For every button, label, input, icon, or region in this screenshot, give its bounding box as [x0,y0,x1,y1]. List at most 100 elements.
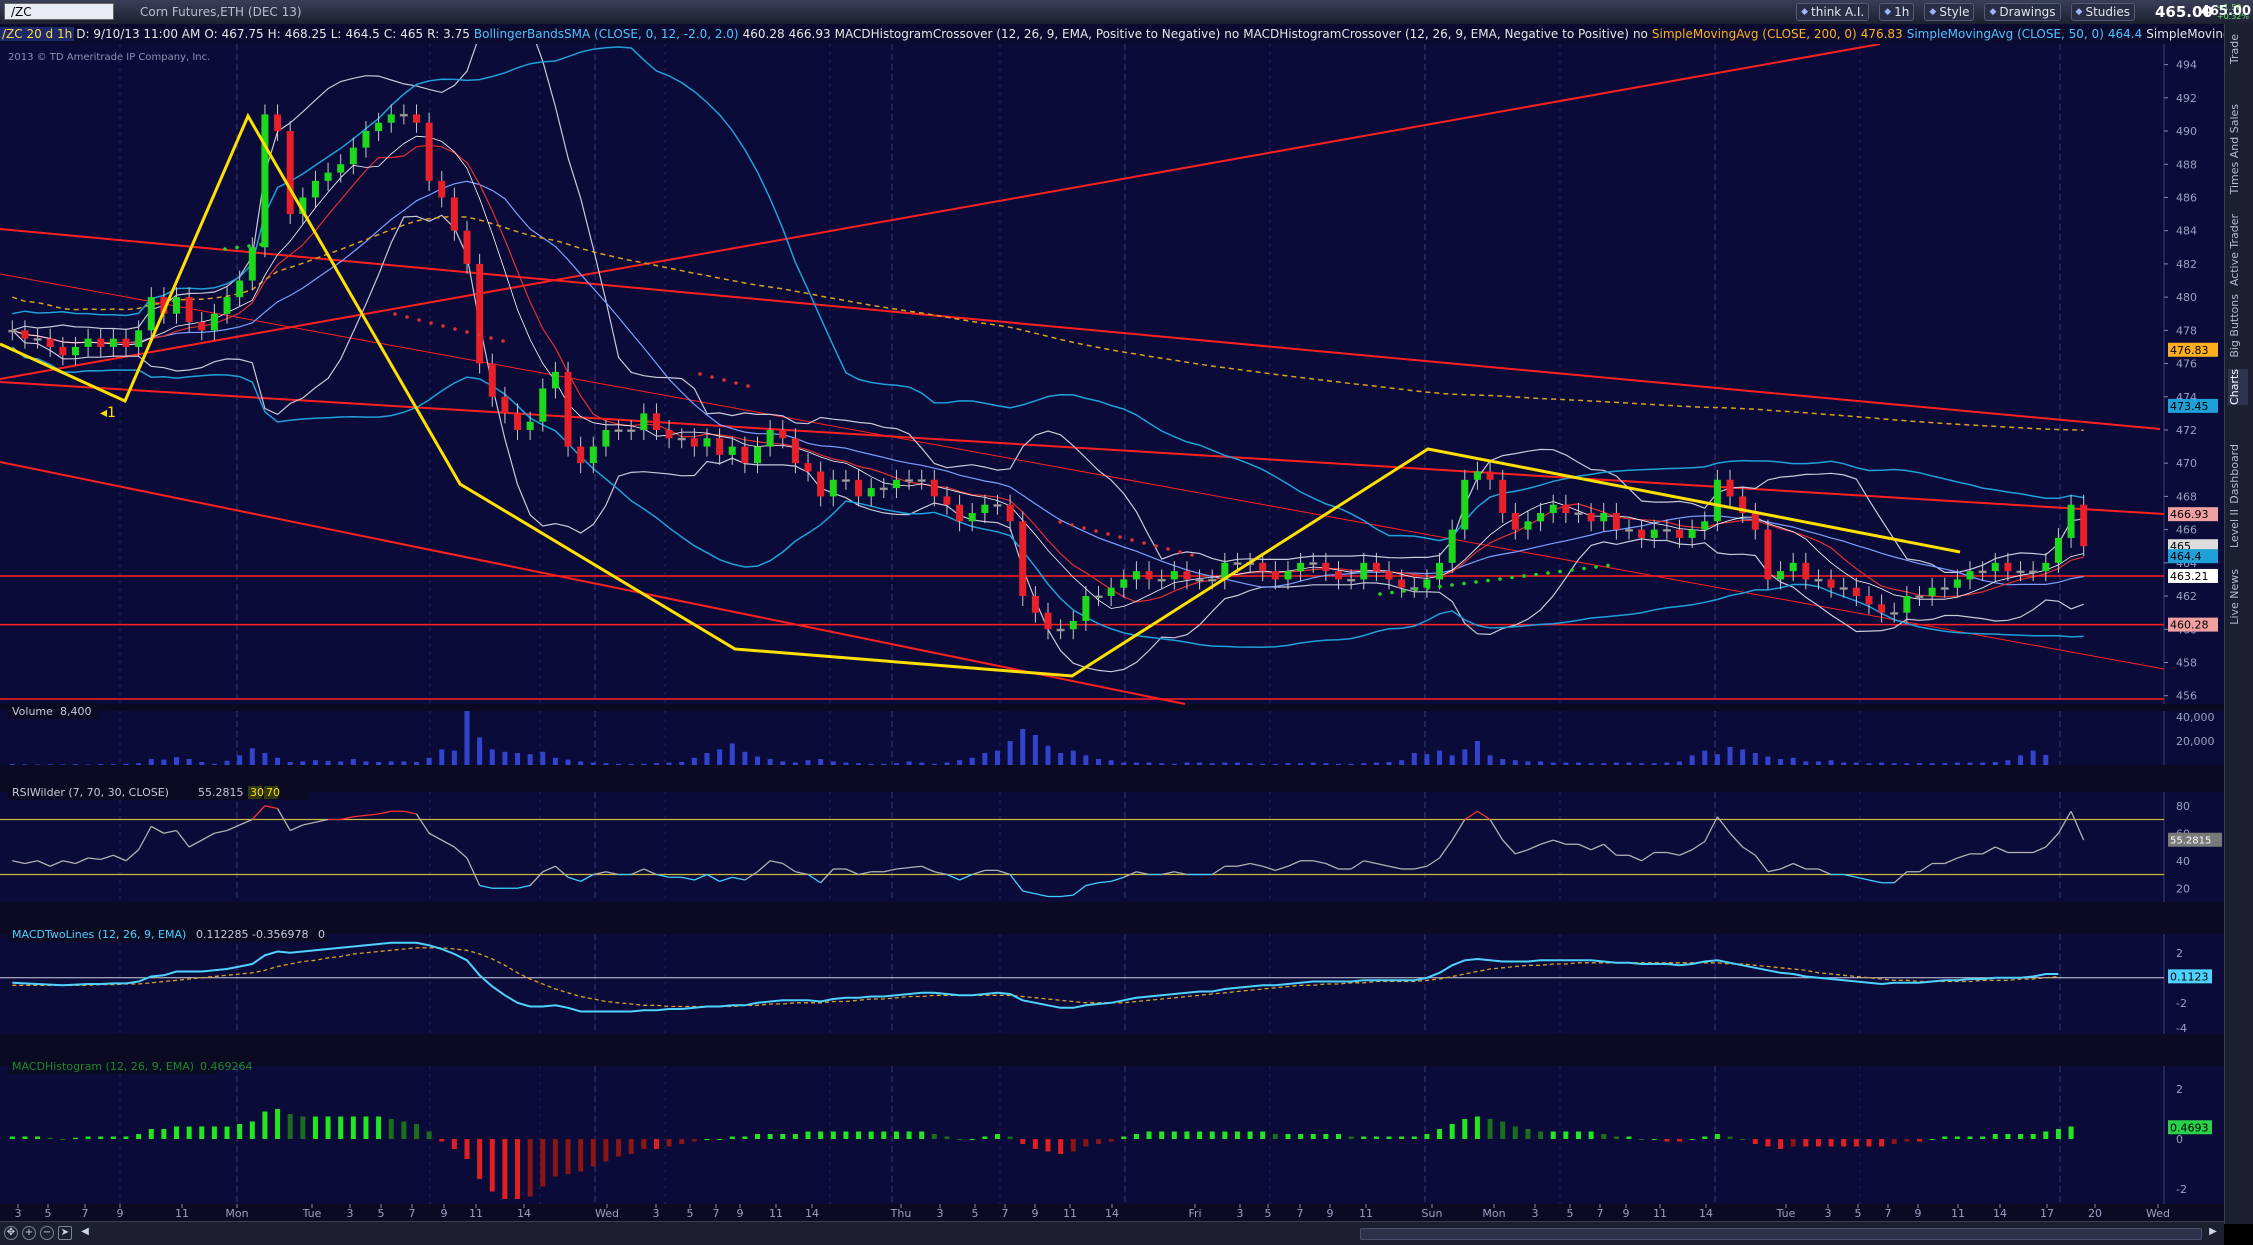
price-candle[interactable] [2030,571,2037,573]
price-candle[interactable] [1689,530,1696,538]
price-candle[interactable] [1941,588,1948,590]
price-candle[interactable] [1878,604,1885,612]
side-tab-times-and-sales[interactable]: Times And Sales [2228,104,2248,194]
price-candle[interactable] [1954,579,1961,587]
price-candle[interactable] [1929,588,1936,596]
price-candle[interactable] [438,181,445,198]
price-candle[interactable] [1638,530,1645,538]
price-candle[interactable] [2042,563,2049,571]
price-candle[interactable] [1032,596,1039,613]
price-candle[interactable] [2068,505,2075,538]
price-candle[interactable] [1474,471,1481,479]
price-candle[interactable] [1348,579,1355,581]
price-candle[interactable] [729,447,736,455]
price-candle[interactable] [1802,563,1809,580]
price-candle[interactable] [1537,513,1544,521]
price-candle[interactable] [1196,579,1203,581]
price-candle[interactable] [539,388,546,421]
price-candle[interactable] [1651,530,1658,538]
price-candle[interactable] [1676,530,1683,538]
price-candle[interactable] [489,364,496,397]
price-candle[interactable] [1095,596,1102,598]
price-candle[interactable] [2080,505,2087,547]
price-candle[interactable] [312,181,319,198]
zoom-out-icon[interactable]: − [40,1226,54,1240]
price-candle[interactable] [337,164,344,172]
price-candle[interactable] [1322,563,1329,571]
price-candle[interactable] [1613,513,1620,530]
price-candle[interactable] [34,339,41,341]
price-candle[interactable] [1600,513,1607,521]
price-candle[interactable] [855,480,862,497]
price-candle[interactable] [1701,521,1708,529]
price-candle[interactable] [1853,588,1860,596]
price-candle[interactable] [1512,513,1519,530]
price-candle[interactable] [1449,530,1456,563]
price-candle[interactable] [1436,563,1443,580]
info-item[interactable]: 466.93 [787,27,833,41]
price-candle[interactable] [666,430,673,438]
price-candle[interactable] [1070,621,1077,629]
price-candle[interactable] [527,422,534,430]
scroll-right-icon[interactable]: ▶ [2206,1226,2220,1240]
cursor-icon[interactable]: ➤ [58,1226,72,1240]
toolbar-button-drawings[interactable]: ◆Drawings [1984,3,2060,21]
toolbar-button-think-a-i-[interactable]: ◆think A.I. [1796,3,1869,21]
price-candle[interactable] [615,430,622,432]
info-item[interactable]: MACDHistogramCrossover (12, 26, 9, EMA, … [1241,27,1631,41]
price-candle[interactable] [994,505,1001,507]
price-candle[interactable] [173,297,180,314]
info-item[interactable]: SimpleMovingAvg (CL... [2144,27,2224,41]
price-candle[interactable] [628,430,635,432]
info-item[interactable]: BollingerBandsSMA (CLOSE, 0, 12, -2.0, 2… [472,27,741,41]
info-item[interactable]: SimpleMovingAvg (CLOSE, 200, 0) [1650,27,1859,41]
price-candle[interactable] [1891,613,1898,615]
price-candle[interactable] [325,173,332,181]
price-candle[interactable] [906,480,913,482]
price-candle[interactable] [249,247,256,280]
price-candle[interactable] [1815,579,1822,581]
price-candle[interactable] [59,347,66,355]
side-tab-level-ii[interactable]: Level II [2228,509,2248,548]
price-candle[interactable] [2055,538,2062,563]
price-candle[interactable] [287,131,294,214]
toolbar-button-style[interactable]: ◆Style [1924,3,1974,21]
price-candle[interactable] [1259,563,1266,571]
price-candle[interactable] [565,372,572,447]
info-item[interactable]: 464.4 [2106,27,2144,41]
price-candle[interactable] [1373,563,1380,571]
price-candle[interactable] [476,264,483,364]
price-candle[interactable] [186,297,193,322]
price-candle[interactable] [2017,571,2024,573]
price-candle[interactable] [413,114,420,122]
price-candle[interactable] [602,430,609,447]
price-candle[interactable] [640,413,647,430]
price-candle[interactable] [135,330,142,347]
price-candle[interactable] [1007,505,1014,522]
price-candle[interactable] [1183,571,1190,579]
price-candle[interactable] [1133,571,1140,579]
price-candle[interactable] [388,114,395,122]
time-scrollbar[interactable] [1360,1228,2202,1240]
price-candle[interactable] [1209,579,1216,581]
price-candle[interactable] [1903,596,1910,613]
price-candle[interactable] [817,471,824,496]
price-candle[interactable] [110,339,117,347]
price-candle[interactable] [1550,505,1557,513]
price-candle[interactable] [1979,571,1986,573]
zoom-in-icon[interactable]: + [22,1226,36,1240]
price-candle[interactable] [590,447,597,464]
price-candle[interactable] [653,413,660,430]
price-candle[interactable] [400,114,407,116]
price-candle[interactable] [868,488,875,496]
price-candle[interactable] [9,330,16,332]
price-candle[interactable] [880,488,887,490]
side-tab-big-buttons[interactable]: Big Buttons [2228,294,2248,358]
price-candle[interactable] [350,148,357,165]
price-candle[interactable] [1171,571,1178,579]
price-candle[interactable] [1524,521,1531,529]
price-candle[interactable] [577,447,584,464]
price-candle[interactable] [1764,530,1771,580]
price-candle[interactable] [261,114,268,247]
info-item[interactable]: SimpleMovingAvg (CLOSE, 50, 0) [1905,27,2106,41]
